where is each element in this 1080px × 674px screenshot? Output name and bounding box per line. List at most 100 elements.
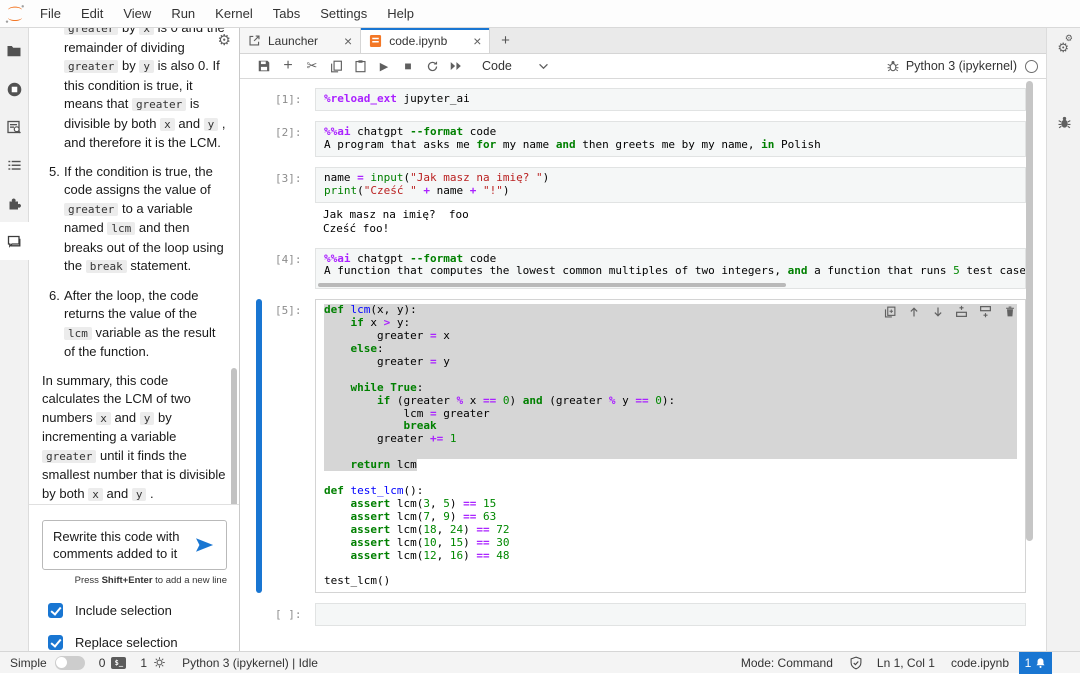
cell-editor[interactable] — [315, 603, 1026, 626]
cell-editor[interactable]: def lcm(x, y): if x > y: greater = x els… — [315, 299, 1026, 593]
left-activity-bar — [0, 28, 29, 651]
chat-settings-gear-icon[interactable]: ⚙ — [218, 31, 231, 49]
send-icon[interactable] — [194, 536, 218, 554]
cell-editor[interactable]: %reload_ext jupyter_ai — [315, 88, 1026, 111]
chat-scrollbar[interactable] — [231, 368, 237, 504]
notebook-cell[interactable]: [3]:name = input("Jak masz na imię? ")pr… — [240, 167, 1046, 238]
code-token: ) — [463, 523, 476, 536]
code-token: return — [351, 458, 391, 471]
copy-icon[interactable] — [324, 54, 348, 78]
run-all-icon[interactable] — [444, 54, 468, 78]
menu-run[interactable]: Run — [161, 0, 205, 27]
replace-selection-checkbox[interactable] — [48, 635, 63, 650]
code-token: 30 — [496, 536, 509, 549]
code-token — [344, 303, 351, 316]
code-token: , — [437, 549, 450, 562]
debugger-bug-icon[interactable] — [886, 59, 900, 73]
insert-above-icon[interactable] — [954, 304, 969, 319]
editor-hscrollbar[interactable] — [318, 283, 786, 287]
save-icon[interactable] — [252, 54, 276, 78]
extensions-puzzle-icon[interactable] — [0, 184, 29, 222]
chat-input-hint: Press Shift+Enter to add a new line — [42, 575, 227, 586]
notebook-cell[interactable]: [4]:%%ai chatgpt --format codeA function… — [240, 248, 1046, 290]
inline-code: lcm — [64, 327, 92, 340]
restart-kernel-icon[interactable] — [420, 54, 444, 78]
cell-collapser[interactable] — [256, 248, 262, 290]
debugger-sidebar-bug-icon[interactable] — [1047, 105, 1080, 139]
code-token: in — [761, 138, 774, 151]
include-selection-checkbox[interactable] — [48, 603, 63, 618]
terminals-count[interactable]: 0 — [99, 656, 106, 670]
file-browser-folder-icon[interactable] — [0, 32, 29, 70]
right-activity-bar: ⚙⚙ — [1046, 28, 1080, 651]
tab-launcher[interactable]: Launcher × — [240, 28, 361, 53]
tab-launcher-close-icon[interactable]: × — [344, 34, 352, 48]
notifications-badge[interactable]: 1 — [1019, 652, 1052, 674]
move-down-icon[interactable] — [930, 304, 945, 319]
command-mode-indicator[interactable]: Mode: Command — [741, 656, 833, 670]
tab-code-ipynb-close-icon[interactable]: × — [473, 34, 481, 48]
code-token: for — [476, 138, 496, 151]
cell-editor[interactable]: name = input("Jak masz na imię? ")print(… — [315, 167, 1026, 203]
kernels-count[interactable]: 1 — [140, 656, 147, 670]
paste-icon[interactable] — [348, 54, 372, 78]
code-token: while — [351, 381, 384, 394]
add-cell-icon[interactable]: + — [276, 54, 300, 78]
code-token: A function that computes the lowest comm… — [324, 264, 788, 277]
menu-file[interactable]: File — [30, 0, 71, 27]
menu-kernel[interactable]: Kernel — [205, 0, 263, 27]
code-token: "Cześć " — [364, 184, 417, 197]
cell-collapser[interactable] — [256, 121, 262, 157]
chat-bubble-icon[interactable] — [0, 222, 29, 260]
code-token: test cases of the lowest — [960, 264, 1026, 277]
cell-editor[interactable]: %%ai chatgpt --format codeA function tha… — [315, 248, 1026, 290]
menu-edit[interactable]: Edit — [71, 0, 113, 27]
notebook-toolbar: + ✂ ▶ ■ Code — [240, 54, 1046, 79]
notebook-cell[interactable]: [ ]: — [240, 603, 1046, 626]
cell-type-dropdown[interactable]: Code — [482, 59, 549, 73]
delete-cell-icon[interactable] — [1002, 304, 1017, 319]
notebook-inspect-icon[interactable] — [0, 108, 29, 146]
code-token: , — [437, 536, 450, 549]
output-line: Jak masz na imię? foo — [323, 208, 1018, 222]
execution-prompt: [4]: — [275, 248, 315, 290]
insert-below-icon[interactable] — [978, 304, 993, 319]
running-kernels-icon[interactable] — [0, 70, 29, 108]
code-token: = — [357, 171, 364, 184]
code-token: then greets me by my name, — [576, 138, 761, 151]
notebook-cell[interactable]: [1]:%reload_ext jupyter_ai — [240, 88, 1046, 111]
notebook-scrollbar[interactable] — [1026, 81, 1033, 541]
cut-icon[interactable]: ✂ — [300, 54, 324, 78]
menu-tabs[interactable]: Tabs — [263, 0, 310, 27]
new-tab-plus-icon[interactable]: + — [490, 28, 520, 53]
cell-collapser[interactable] — [256, 167, 262, 238]
chat-input-value[interactable]: Rewrite this code with comments added to… — [53, 528, 194, 562]
code-token: 15 — [483, 497, 496, 510]
chat-input[interactable]: Rewrite this code with comments added to… — [42, 520, 227, 570]
menu-settings[interactable]: Settings — [310, 0, 377, 27]
notebook-cell[interactable]: [2]:%%ai chatgpt --format codeA program … — [240, 121, 1046, 157]
menu-help[interactable]: Help — [377, 0, 424, 27]
code-token: : — [377, 342, 384, 355]
property-inspector-gears-icon[interactable]: ⚙⚙ — [1047, 31, 1080, 65]
kernel-status-text[interactable]: Python 3 (ipykernel) | Idle — [182, 656, 318, 670]
active-cell-collapser[interactable] — [256, 299, 262, 593]
launcher-icon — [248, 34, 261, 47]
code-token: def — [324, 484, 344, 497]
cursor-position[interactable]: Ln 1, Col 1 — [877, 656, 935, 670]
cell-collapser[interactable] — [256, 88, 262, 111]
kernel-name[interactable]: Python 3 (ipykernel) — [906, 59, 1017, 73]
cell-toolbar — [882, 304, 1017, 319]
move-up-icon[interactable] — [906, 304, 921, 319]
code-token: if — [377, 394, 390, 407]
duplicate-cell-icon[interactable] — [882, 304, 897, 319]
cell-editor[interactable]: %%ai chatgpt --format codeA program that… — [315, 121, 1026, 157]
run-icon[interactable]: ▶ — [372, 54, 396, 78]
tab-code-ipynb[interactable]: code.ipynb × — [361, 28, 490, 53]
notebook-cell[interactable]: [5]:def lcm(x, y): if x > y: greater = x… — [240, 299, 1046, 593]
stop-icon[interactable]: ■ — [396, 54, 420, 78]
cell-collapser[interactable] — [256, 603, 262, 626]
menu-view[interactable]: View — [113, 0, 161, 27]
toc-list-icon[interactable] — [0, 146, 29, 184]
simple-mode-toggle[interactable] — [55, 656, 85, 670]
